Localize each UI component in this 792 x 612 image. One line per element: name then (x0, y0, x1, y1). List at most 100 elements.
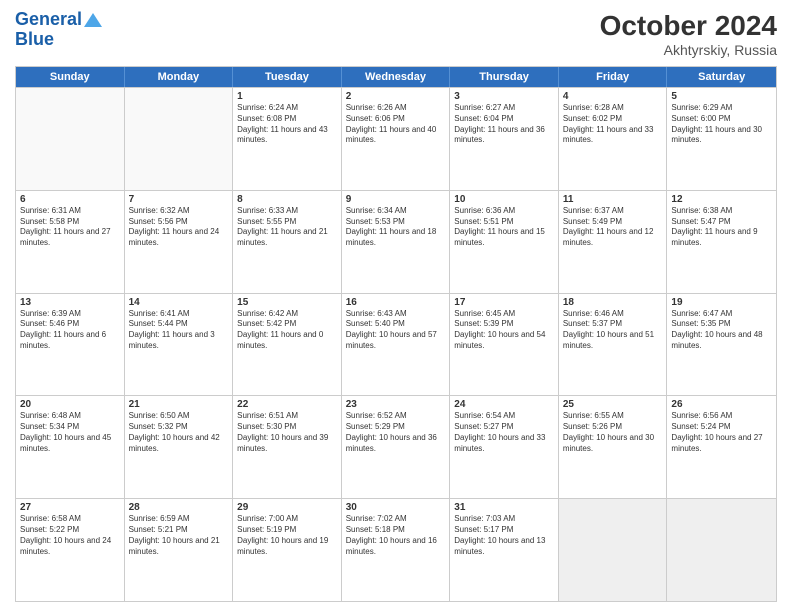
day-number: 3 (454, 91, 554, 102)
logo: General Blue (15, 10, 102, 50)
calendar-cell-24: 24Sunrise: 6:54 AM Sunset: 5:27 PM Dayli… (450, 396, 559, 498)
day-number: 14 (129, 297, 229, 308)
day-info: Sunrise: 6:29 AM Sunset: 6:00 PM Dayligh… (671, 103, 772, 146)
day-number: 29 (237, 502, 337, 513)
calendar-cell-6: 6Sunrise: 6:31 AM Sunset: 5:58 PM Daylig… (16, 191, 125, 293)
day-number: 23 (346, 399, 446, 410)
calendar-cell-30: 30Sunrise: 7:02 AM Sunset: 5:18 PM Dayli… (342, 499, 451, 601)
day-info: Sunrise: 6:37 AM Sunset: 5:49 PM Dayligh… (563, 206, 663, 249)
logo-text: General (15, 10, 82, 30)
calendar-cell-empty (559, 499, 668, 601)
calendar-cell-27: 27Sunrise: 6:58 AM Sunset: 5:22 PM Dayli… (16, 499, 125, 601)
day-info: Sunrise: 6:24 AM Sunset: 6:08 PM Dayligh… (237, 103, 337, 146)
calendar-cell-23: 23Sunrise: 6:52 AM Sunset: 5:29 PM Dayli… (342, 396, 451, 498)
day-number: 30 (346, 502, 446, 513)
day-info: Sunrise: 6:45 AM Sunset: 5:39 PM Dayligh… (454, 309, 554, 352)
calendar-cell-12: 12Sunrise: 6:38 AM Sunset: 5:47 PM Dayli… (667, 191, 776, 293)
calendar-row-1: 1Sunrise: 6:24 AM Sunset: 6:08 PM Daylig… (16, 87, 776, 190)
calendar-cell-empty (125, 88, 234, 190)
calendar-cell-1: 1Sunrise: 6:24 AM Sunset: 6:08 PM Daylig… (233, 88, 342, 190)
calendar-cell-empty (667, 499, 776, 601)
day-info: Sunrise: 6:32 AM Sunset: 5:56 PM Dayligh… (129, 206, 229, 249)
day-info: Sunrise: 6:54 AM Sunset: 5:27 PM Dayligh… (454, 411, 554, 454)
day-info: Sunrise: 6:42 AM Sunset: 5:42 PM Dayligh… (237, 309, 337, 352)
day-number: 16 (346, 297, 446, 308)
calendar-row-5: 27Sunrise: 6:58 AM Sunset: 5:22 PM Dayli… (16, 498, 776, 601)
calendar-cell-7: 7Sunrise: 6:32 AM Sunset: 5:56 PM Daylig… (125, 191, 234, 293)
header-day-friday: Friday (559, 67, 668, 87)
calendar-cell-13: 13Sunrise: 6:39 AM Sunset: 5:46 PM Dayli… (16, 294, 125, 396)
day-info: Sunrise: 6:51 AM Sunset: 5:30 PM Dayligh… (237, 411, 337, 454)
day-number: 10 (454, 194, 554, 205)
day-info: Sunrise: 6:26 AM Sunset: 6:06 PM Dayligh… (346, 103, 446, 146)
day-number: 2 (346, 91, 446, 102)
calendar-cell-16: 16Sunrise: 6:43 AM Sunset: 5:40 PM Dayli… (342, 294, 451, 396)
header-day-tuesday: Tuesday (233, 67, 342, 87)
header-day-monday: Monday (125, 67, 234, 87)
day-info: Sunrise: 6:28 AM Sunset: 6:02 PM Dayligh… (563, 103, 663, 146)
day-number: 24 (454, 399, 554, 410)
calendar-cell-22: 22Sunrise: 6:51 AM Sunset: 5:30 PM Dayli… (233, 396, 342, 498)
day-number: 18 (563, 297, 663, 308)
day-info: Sunrise: 6:38 AM Sunset: 5:47 PM Dayligh… (671, 206, 772, 249)
day-number: 28 (129, 502, 229, 513)
calendar-body: 1Sunrise: 6:24 AM Sunset: 6:08 PM Daylig… (16, 87, 776, 601)
day-number: 27 (20, 502, 120, 513)
title-location: Akhtyrskiy, Russia (600, 42, 777, 58)
day-number: 13 (20, 297, 120, 308)
day-number: 11 (563, 194, 663, 205)
calendar-cell-8: 8Sunrise: 6:33 AM Sunset: 5:55 PM Daylig… (233, 191, 342, 293)
day-info: Sunrise: 6:31 AM Sunset: 5:58 PM Dayligh… (20, 206, 120, 249)
header-day-wednesday: Wednesday (342, 67, 451, 87)
day-number: 8 (237, 194, 337, 205)
calendar-row-2: 6Sunrise: 6:31 AM Sunset: 5:58 PM Daylig… (16, 190, 776, 293)
day-info: Sunrise: 6:52 AM Sunset: 5:29 PM Dayligh… (346, 411, 446, 454)
title-block: October 2024 Akhtyrskiy, Russia (600, 10, 777, 58)
calendar-cell-3: 3Sunrise: 6:27 AM Sunset: 6:04 PM Daylig… (450, 88, 559, 190)
day-info: Sunrise: 6:36 AM Sunset: 5:51 PM Dayligh… (454, 206, 554, 249)
calendar-row-3: 13Sunrise: 6:39 AM Sunset: 5:46 PM Dayli… (16, 293, 776, 396)
day-info: Sunrise: 6:48 AM Sunset: 5:34 PM Dayligh… (20, 411, 120, 454)
logo-blue: Blue (15, 30, 54, 50)
day-info: Sunrise: 6:27 AM Sunset: 6:04 PM Dayligh… (454, 103, 554, 146)
day-info: Sunrise: 6:56 AM Sunset: 5:24 PM Dayligh… (671, 411, 772, 454)
logo-general: General (15, 9, 82, 29)
calendar-cell-15: 15Sunrise: 6:42 AM Sunset: 5:42 PM Dayli… (233, 294, 342, 396)
calendar-header: SundayMondayTuesdayWednesdayThursdayFrid… (16, 67, 776, 87)
day-number: 19 (671, 297, 772, 308)
calendar-cell-29: 29Sunrise: 7:00 AM Sunset: 5:19 PM Dayli… (233, 499, 342, 601)
calendar-cell-18: 18Sunrise: 6:46 AM Sunset: 5:37 PM Dayli… (559, 294, 668, 396)
calendar-cell-2: 2Sunrise: 6:26 AM Sunset: 6:06 PM Daylig… (342, 88, 451, 190)
day-info: Sunrise: 6:50 AM Sunset: 5:32 PM Dayligh… (129, 411, 229, 454)
day-info: Sunrise: 6:46 AM Sunset: 5:37 PM Dayligh… (563, 309, 663, 352)
day-number: 20 (20, 399, 120, 410)
day-info: Sunrise: 6:47 AM Sunset: 5:35 PM Dayligh… (671, 309, 772, 352)
header-day-thursday: Thursday (450, 67, 559, 87)
day-number: 12 (671, 194, 772, 205)
calendar-cell-14: 14Sunrise: 6:41 AM Sunset: 5:44 PM Dayli… (125, 294, 234, 396)
day-number: 17 (454, 297, 554, 308)
day-info: Sunrise: 7:02 AM Sunset: 5:18 PM Dayligh… (346, 514, 446, 557)
day-info: Sunrise: 6:41 AM Sunset: 5:44 PM Dayligh… (129, 309, 229, 352)
calendar-cell-25: 25Sunrise: 6:55 AM Sunset: 5:26 PM Dayli… (559, 396, 668, 498)
day-number: 6 (20, 194, 120, 205)
calendar-cell-5: 5Sunrise: 6:29 AM Sunset: 6:00 PM Daylig… (667, 88, 776, 190)
day-number: 5 (671, 91, 772, 102)
calendar-cell-31: 31Sunrise: 7:03 AM Sunset: 5:17 PM Dayli… (450, 499, 559, 601)
calendar-row-4: 20Sunrise: 6:48 AM Sunset: 5:34 PM Dayli… (16, 395, 776, 498)
calendar-cell-26: 26Sunrise: 6:56 AM Sunset: 5:24 PM Dayli… (667, 396, 776, 498)
day-number: 4 (563, 91, 663, 102)
page: General Blue October 2024 Akhtyrskiy, Ru… (0, 0, 792, 612)
calendar-cell-21: 21Sunrise: 6:50 AM Sunset: 5:32 PM Dayli… (125, 396, 234, 498)
header-day-sunday: Sunday (16, 67, 125, 87)
day-info: Sunrise: 6:33 AM Sunset: 5:55 PM Dayligh… (237, 206, 337, 249)
day-number: 15 (237, 297, 337, 308)
calendar-cell-9: 9Sunrise: 6:34 AM Sunset: 5:53 PM Daylig… (342, 191, 451, 293)
calendar-cell-28: 28Sunrise: 6:59 AM Sunset: 5:21 PM Dayli… (125, 499, 234, 601)
day-info: Sunrise: 7:00 AM Sunset: 5:19 PM Dayligh… (237, 514, 337, 557)
day-info: Sunrise: 7:03 AM Sunset: 5:17 PM Dayligh… (454, 514, 554, 557)
day-number: 22 (237, 399, 337, 410)
day-info: Sunrise: 6:55 AM Sunset: 5:26 PM Dayligh… (563, 411, 663, 454)
calendar-cell-17: 17Sunrise: 6:45 AM Sunset: 5:39 PM Dayli… (450, 294, 559, 396)
day-info: Sunrise: 6:59 AM Sunset: 5:21 PM Dayligh… (129, 514, 229, 557)
